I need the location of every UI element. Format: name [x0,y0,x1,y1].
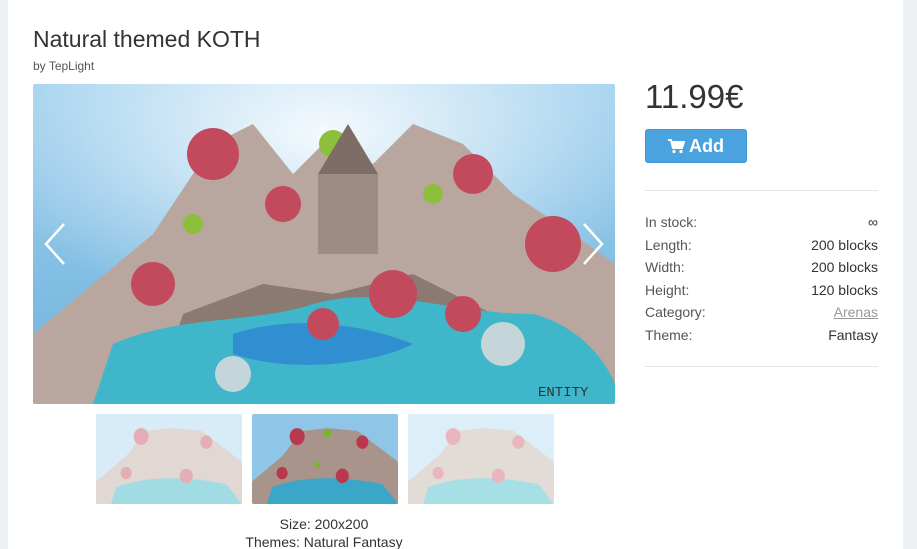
add-button-label: Add [689,135,724,156]
themes-link[interactable]: Natural Fantasy [304,534,403,549]
chevron-right-icon [583,223,604,265]
carousel-next-button[interactable] [573,214,613,274]
spec-list: In stock: ∞ Length: 200 blocks Width: 20… [645,214,878,349]
spec-key: Theme: [645,326,693,343]
spec-value: ∞ [868,214,878,230]
spec-key: Length: [645,236,692,253]
chevron-left-icon [44,223,65,265]
spec-value: 200 blocks [811,236,878,253]
spec-value: 120 blocks [811,281,878,298]
divider [645,366,878,367]
spec-row-stock: In stock: ∞ [645,214,878,237]
size-label: Size: [279,516,311,532]
divider [645,190,878,191]
spec-value: 200 blocks [811,259,878,275]
product-card: Natural themed KOTH by TepLight ENTITY S… [8,0,903,549]
spec-row-category: Category: Arenas [645,304,878,327]
spec-key: Category: [645,304,706,320]
thumbnail-2[interactable] [252,414,398,504]
thumbnail-strip [96,414,554,504]
image-carousel[interactable]: ENTITY [33,84,615,404]
spec-row-height: Height: 120 blocks [645,282,878,305]
thumbnail-image [96,414,242,504]
price: 11.99€ [645,78,744,115]
spec-row-width: Width: 200 blocks [645,259,878,282]
cart-icon [668,138,685,153]
author-link[interactable]: TepLight [49,59,94,73]
spec-row-theme: Theme: Fantasy [645,327,878,350]
byline: by TepLight [33,59,94,73]
thumbnail-3[interactable] [408,414,554,504]
map-render-image: ENTITY [33,84,615,404]
thumbnail-image [408,414,554,504]
product-title: Natural themed KOTH [33,26,261,52]
themes-label: Themes: [245,534,300,549]
category-link[interactable]: Arenas [834,304,878,327]
thumbnail-1[interactable] [96,414,242,504]
byline-prefix: by [33,59,46,73]
spec-value: Fantasy [828,326,878,343]
spec-key: Width: [645,259,685,275]
themes-line: Themes: Natural Fantasy [33,534,615,549]
add-to-cart-button[interactable]: Add [645,129,747,163]
carousel-prev-button[interactable] [35,214,75,274]
thumbnail-image [252,414,398,504]
watermark-text: ENTITY [538,385,589,401]
spec-key: Height: [645,281,690,298]
size-line: Size: 200x200 [33,516,615,532]
spec-key: In stock: [645,214,698,230]
size-value: 200x200 [314,516,369,532]
spec-row-length: Length: 200 blocks [645,237,878,260]
